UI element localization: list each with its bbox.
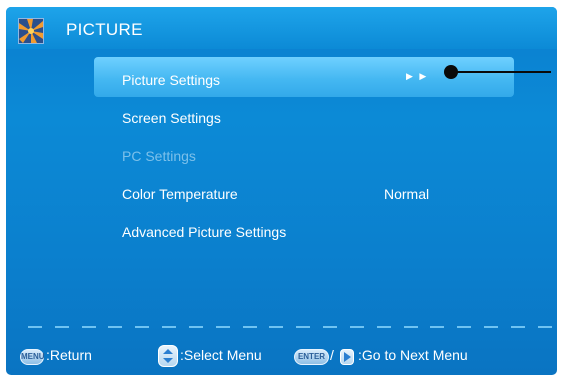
return-hint: :Return: [46, 347, 92, 363]
select-menu-hint: :Select Menu: [180, 347, 262, 363]
next-menu-hint: :Go to Next Menu: [358, 347, 468, 363]
picture-logo-icon: [18, 18, 44, 44]
page-title: PICTURE: [66, 20, 143, 39]
menu-item-advanced-picture-settings[interactable]: Advanced Picture Settings: [122, 224, 286, 240]
osd-menu-panel: PICTURE Picture Settings ▶ ▶ Screen Sett…: [6, 7, 557, 375]
menu-item-pc-settings[interactable]: PC Settings: [122, 148, 196, 164]
menu-item-screen-settings[interactable]: Screen Settings: [122, 110, 221, 126]
color-temperature-value: Normal: [384, 186, 430, 202]
enter-key-icon: ENTER: [294, 349, 329, 365]
menu-item-color-temperature[interactable]: Color Temperature: [122, 186, 238, 202]
callout-line: [457, 71, 551, 73]
callout-marker: [444, 65, 458, 79]
up-down-key-icon: [158, 345, 178, 367]
footer-divider: [28, 326, 552, 328]
submenu-arrow-icon: ▶ ▶: [406, 71, 429, 81]
right-arrow-key-icon: [340, 349, 354, 365]
menu-key-icon: MENU: [20, 349, 45, 365]
menu-item-picture-settings[interactable]: Picture Settings: [122, 72, 220, 88]
title-bar: PICTURE: [6, 7, 557, 49]
key-separator: /: [330, 347, 334, 363]
